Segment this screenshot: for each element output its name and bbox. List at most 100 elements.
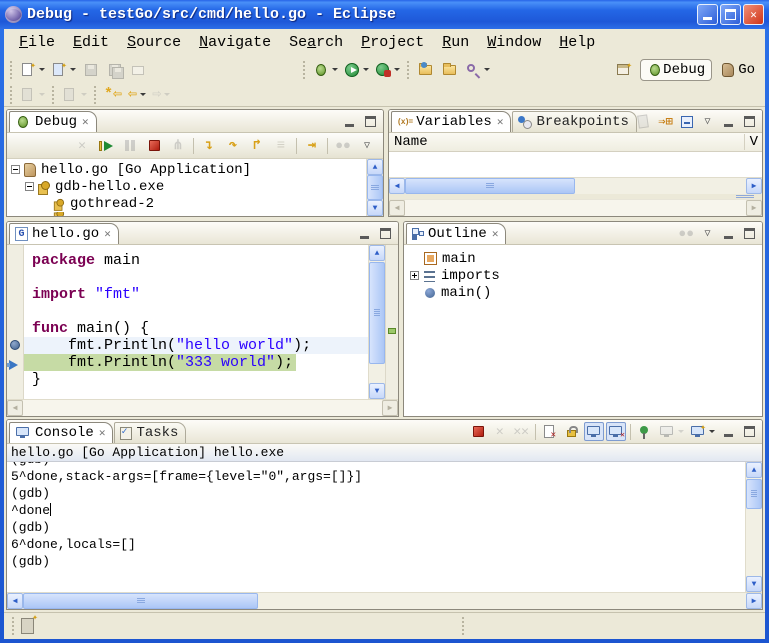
tab-close-icon[interactable]: ✕ [99, 426, 106, 440]
pin-console-button[interactable] [635, 422, 655, 441]
scroll-up-icon[interactable]: ▲ [367, 159, 383, 175]
scroll-thumb[interactable] [23, 593, 258, 609]
tab-debug[interactable]: Debug ✕ [9, 111, 97, 132]
back-button[interactable]: ⇦ [126, 84, 148, 106]
drop-to-frame-button[interactable]: ≡ [270, 135, 292, 157]
collapse-all-button[interactable] [677, 112, 696, 131]
variables-table-empty[interactable] [389, 152, 762, 177]
toolbar-grip[interactable] [301, 61, 308, 79]
debug-minimize-button[interactable] [340, 112, 359, 131]
step-over-button[interactable]: ↷ [222, 135, 244, 157]
maximize-button[interactable] [720, 4, 741, 25]
current-debug-line[interactable]: fmt.Println("333 world"); [24, 354, 368, 371]
open-type-button[interactable] [439, 59, 461, 81]
debug-button[interactable] [311, 59, 340, 81]
toolbar-grip[interactable] [8, 61, 15, 79]
editor-minimize-button[interactable] [355, 224, 374, 243]
collapse-expander-icon[interactable] [11, 165, 20, 174]
fast-view-icon[interactable] [21, 618, 34, 634]
scroll-up-icon[interactable]: ▲ [369, 245, 385, 261]
menu-help[interactable]: Help [550, 32, 604, 53]
external-tools-button[interactable] [373, 59, 402, 81]
new-wizard-button[interactable]: ✦ [18, 59, 47, 81]
scroll-right-icon[interactable]: ▶ [746, 178, 762, 194]
debug-extra-button[interactable]: ●● [332, 135, 354, 157]
tab-close-icon[interactable]: ✕ [104, 227, 111, 241]
console-maximize-button[interactable] [740, 422, 759, 441]
tab-tasks[interactable]: Tasks [114, 422, 186, 443]
tab-close-icon[interactable]: ✕ [82, 115, 89, 129]
next-annotation-button[interactable] [18, 84, 47, 106]
scroll-right-icon[interactable]: ▶ [746, 593, 762, 609]
variables-view-menu[interactable]: ▽ [698, 112, 717, 131]
editor-vertical-scrollbar[interactable]: ▲ ▼ [368, 245, 385, 399]
outline-item-package[interactable]: main [410, 250, 762, 267]
outline-minimize-button[interactable] [719, 224, 738, 243]
open-perspective-button[interactable]: ✦ [613, 59, 635, 81]
scroll-thumb[interactable] [746, 479, 762, 509]
step-into-button[interactable]: ↴ [198, 135, 220, 157]
tree-row-process[interactable]: gdb-hello.exe [11, 178, 366, 195]
debug-view-menu[interactable]: ▽ [356, 135, 378, 157]
outline-item-imports[interactable]: imports [410, 267, 762, 284]
toolbar-grip[interactable] [405, 61, 412, 79]
code-area[interactable]: package main import "fmt" func main() { … [24, 245, 368, 399]
menu-edit[interactable]: Edit [64, 32, 118, 53]
perspective-debug[interactable]: Debug [640, 59, 712, 81]
expand-icon[interactable] [410, 271, 419, 280]
close-button[interactable]: ✕ [743, 4, 764, 25]
remove-launch-button[interactable]: ✕ [490, 422, 509, 441]
remove-terminated-button[interactable]: ✕ [71, 135, 93, 157]
tab-close-icon[interactable]: ✕ [492, 227, 499, 241]
tab-breakpoints[interactable]: Breakpoints [512, 111, 636, 132]
outline-sort-button[interactable]: ●● [676, 224, 696, 243]
tree-row-launch[interactable]: hello.go [Go Application] [11, 161, 366, 178]
resume-button[interactable] [95, 135, 117, 157]
debug-vertical-scrollbar[interactable]: ▲ ▼ [366, 159, 383, 216]
menu-file[interactable]: File [10, 32, 64, 53]
breakpoint-icon[interactable] [10, 340, 20, 350]
menu-source[interactable]: Source [118, 32, 190, 53]
suspend-button[interactable] [119, 135, 141, 157]
tab-hello-go[interactable]: G hello.go ✕ [9, 223, 119, 244]
remove-all-launches-button[interactable]: ✕✕ [511, 422, 531, 441]
breakpoint-line[interactable]: fmt.Println("hello world"); [24, 337, 368, 354]
variables-horizontal-scrollbar[interactable]: ◀ ▶ [389, 177, 762, 194]
details-pane-sash[interactable] [389, 194, 762, 199]
outline-view-menu[interactable]: ▽ [698, 224, 717, 243]
scroll-thumb[interactable] [369, 262, 385, 364]
menu-search[interactable]: Search [280, 32, 352, 53]
debug-maximize-button[interactable] [361, 112, 380, 131]
clear-console-button[interactable] [540, 422, 560, 441]
save-all-button[interactable] [104, 59, 126, 81]
console-output[interactable]: (gdb) 5^done,stack-args=[frame={level="0… [7, 462, 745, 592]
save-button[interactable] [80, 59, 102, 81]
step-filters-button[interactable]: ⇥ [301, 135, 323, 157]
show-logical-structure-button[interactable]: ⇒⊞ [656, 112, 675, 131]
scroll-down-icon[interactable]: ▼ [369, 383, 385, 399]
title-bar[interactable]: Debug - testGo/src/cmd/hello.go - Eclips… [0, 0, 769, 29]
details-horizontal-scrollbar[interactable]: ◀ ▶ [389, 199, 762, 216]
toolbar-grip[interactable] [92, 86, 99, 104]
last-edit-location-button[interactable]: *⇦ [102, 84, 124, 106]
collapse-expander-icon[interactable] [25, 182, 34, 191]
variables-maximize-button[interactable] [740, 112, 759, 131]
menu-project[interactable]: Project [352, 32, 433, 53]
tree-row-thread[interactable]: gothread-2 [11, 195, 366, 212]
toolbar-grip[interactable] [50, 86, 57, 104]
scroll-thumb[interactable] [405, 178, 575, 194]
scroll-left-icon[interactable]: ◀ [389, 178, 405, 194]
outline-item-main-func[interactable]: main() [410, 284, 762, 301]
overview-ruler[interactable] [385, 245, 398, 399]
show-stdout-button[interactable] [584, 422, 604, 441]
scroll-thumb[interactable] [367, 175, 383, 200]
step-return-button[interactable]: ↱ [246, 135, 268, 157]
console-horizontal-scrollbar[interactable]: ◀ ▶ [7, 592, 762, 609]
outline-maximize-button[interactable] [740, 224, 759, 243]
forward-button[interactable]: ⇨ [150, 84, 172, 106]
editor-horizontal-scrollbar[interactable]: ◀ ▶ [7, 399, 398, 416]
menu-window[interactable]: Window [478, 32, 550, 53]
display-console-button[interactable] [657, 422, 686, 441]
tab-console[interactable]: Console ✕ [9, 422, 113, 443]
open-console-button[interactable]: ✦ [688, 422, 717, 441]
